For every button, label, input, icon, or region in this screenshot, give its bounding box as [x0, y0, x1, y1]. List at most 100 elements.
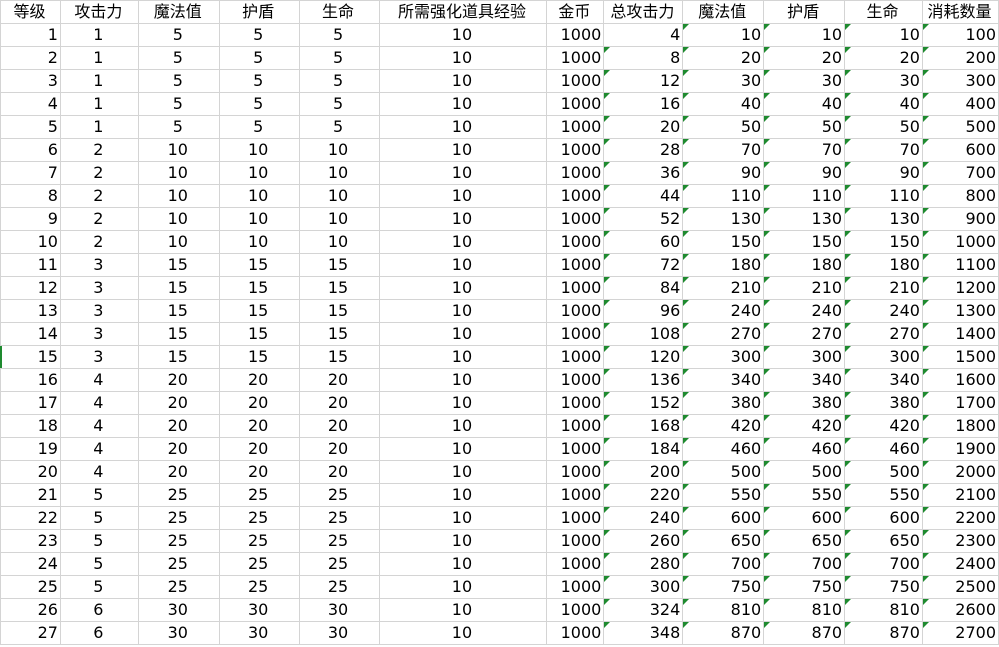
table-cell[interactable]: 20 — [298, 460, 380, 484]
table-cell[interactable]: 5 — [218, 92, 300, 116]
table-cell[interactable]: 25 — [298, 552, 380, 576]
table-cell[interactable]: 1000 — [546, 138, 605, 162]
table-cell[interactable]: 300 — [603, 575, 684, 599]
table-cell[interactable]: 300 — [844, 345, 923, 369]
table-cell[interactable]: 110 — [682, 184, 765, 208]
table-cell[interactable]: 10 — [378, 460, 548, 484]
table-cell[interactable]: 25 — [137, 575, 220, 599]
table-cell[interactable]: 15 — [137, 345, 220, 369]
table-cell[interactable]: 15 — [218, 299, 300, 323]
table-cell[interactable]: 130 — [682, 207, 765, 231]
table-cell[interactable]: 30 — [763, 69, 846, 93]
table-cell[interactable]: 700 — [921, 161, 999, 185]
table-cell[interactable]: 20 — [137, 391, 220, 415]
table-cell[interactable]: 810 — [682, 598, 765, 622]
table-cell[interactable]: 5 — [137, 46, 220, 70]
table-cell[interactable]: 1000 — [546, 322, 605, 346]
table-cell[interactable]: 10 — [378, 368, 548, 392]
table-cell[interactable]: 1900 — [921, 437, 999, 461]
table-cell[interactable]: 300 — [682, 345, 765, 369]
table-cell[interactable]: 240 — [603, 506, 684, 530]
table-cell[interactable]: 200 — [603, 460, 684, 484]
table-cell[interactable]: 15 — [0, 345, 61, 369]
table-cell[interactable]: 1000 — [546, 598, 605, 622]
table-cell[interactable]: 40 — [844, 92, 923, 116]
table-cell[interactable]: 26 — [0, 598, 61, 622]
table-cell[interactable]: 15 — [218, 276, 300, 300]
table-cell[interactable]: 10 — [378, 207, 548, 231]
table-cell[interactable]: 25 — [137, 552, 220, 576]
table-cell[interactable]: 4 — [0, 92, 61, 116]
table-cell[interactable]: 5 — [137, 115, 220, 139]
table-cell[interactable]: 15 — [298, 345, 380, 369]
table-cell[interactable]: 10 — [378, 46, 548, 70]
table-cell[interactable]: 2 — [59, 230, 139, 254]
table-cell[interactable]: 70 — [844, 138, 923, 162]
table-cell[interactable]: 3 — [59, 345, 139, 369]
table-cell[interactable]: 550 — [844, 483, 923, 507]
table-cell[interactable]: 6 — [0, 138, 61, 162]
table-cell[interactable]: 750 — [682, 575, 765, 599]
table-cell[interactable]: 25 — [218, 483, 300, 507]
table-cell[interactable]: 40 — [682, 92, 765, 116]
table-cell[interactable]: 2300 — [921, 529, 999, 553]
table-cell[interactable]: 5 — [59, 529, 139, 553]
table-cell[interactable]: 324 — [603, 598, 684, 622]
table-cell[interactable]: 750 — [844, 575, 923, 599]
table-cell[interactable]: 25 — [218, 575, 300, 599]
table-cell[interactable]: 17 — [0, 391, 61, 415]
table-cell[interactable]: 150 — [844, 230, 923, 254]
table-cell[interactable]: 600 — [921, 138, 999, 162]
table-cell[interactable]: 1000 — [546, 437, 605, 461]
table-cell[interactable]: 500 — [682, 460, 765, 484]
table-cell[interactable]: 700 — [844, 552, 923, 576]
table-cell[interactable]: 1000 — [546, 506, 605, 530]
table-cell[interactable]: 15 — [218, 345, 300, 369]
table-cell[interactable]: 5 — [59, 483, 139, 507]
column-header[interactable]: 生命 — [298, 0, 380, 24]
table-cell[interactable]: 90 — [763, 161, 846, 185]
table-cell[interactable]: 600 — [763, 506, 846, 530]
table-cell[interactable]: 1000 — [546, 207, 605, 231]
table-cell[interactable]: 1000 — [546, 184, 605, 208]
table-cell[interactable]: 650 — [844, 529, 923, 553]
table-cell[interactable]: 30 — [218, 621, 300, 645]
table-cell[interactable]: 36 — [603, 161, 684, 185]
table-cell[interactable]: 340 — [763, 368, 846, 392]
table-cell[interactable]: 25 — [218, 506, 300, 530]
column-header[interactable]: 生命 — [844, 0, 923, 24]
table-cell[interactable]: 10 — [378, 230, 548, 254]
table-cell[interactable]: 50 — [844, 115, 923, 139]
table-cell[interactable]: 240 — [682, 299, 765, 323]
table-cell[interactable]: 1200 — [921, 276, 999, 300]
table-cell[interactable]: 380 — [844, 391, 923, 415]
table-cell[interactable]: 380 — [763, 391, 846, 415]
table-cell[interactable]: 420 — [763, 414, 846, 438]
table-cell[interactable]: 84 — [603, 276, 684, 300]
table-cell[interactable]: 210 — [844, 276, 923, 300]
table-cell[interactable]: 20 — [298, 368, 380, 392]
table-cell[interactable]: 10 — [378, 552, 548, 576]
table-cell[interactable]: 5 — [0, 115, 61, 139]
table-cell[interactable]: 500 — [921, 115, 999, 139]
table-cell[interactable]: 10 — [378, 506, 548, 530]
table-cell[interactable]: 5 — [137, 69, 220, 93]
table-cell[interactable]: 340 — [682, 368, 765, 392]
table-cell[interactable]: 1000 — [546, 483, 605, 507]
table-cell[interactable]: 25 — [298, 575, 380, 599]
table-cell[interactable]: 20 — [298, 437, 380, 461]
table-cell[interactable]: 1000 — [921, 230, 999, 254]
table-cell[interactable]: 10 — [378, 23, 548, 47]
table-cell[interactable]: 348 — [603, 621, 684, 645]
column-header[interactable]: 等级 — [0, 0, 61, 24]
table-cell[interactable]: 6 — [59, 598, 139, 622]
table-cell[interactable]: 25 — [298, 506, 380, 530]
table-cell[interactable]: 25 — [137, 529, 220, 553]
table-cell[interactable]: 10 — [298, 184, 380, 208]
table-cell[interactable]: 1600 — [921, 368, 999, 392]
table-cell[interactable]: 1500 — [921, 345, 999, 369]
table-cell[interactable]: 18 — [0, 414, 61, 438]
table-cell[interactable]: 810 — [763, 598, 846, 622]
table-cell[interactable]: 15 — [137, 253, 220, 277]
table-cell[interactable]: 10 — [682, 23, 765, 47]
